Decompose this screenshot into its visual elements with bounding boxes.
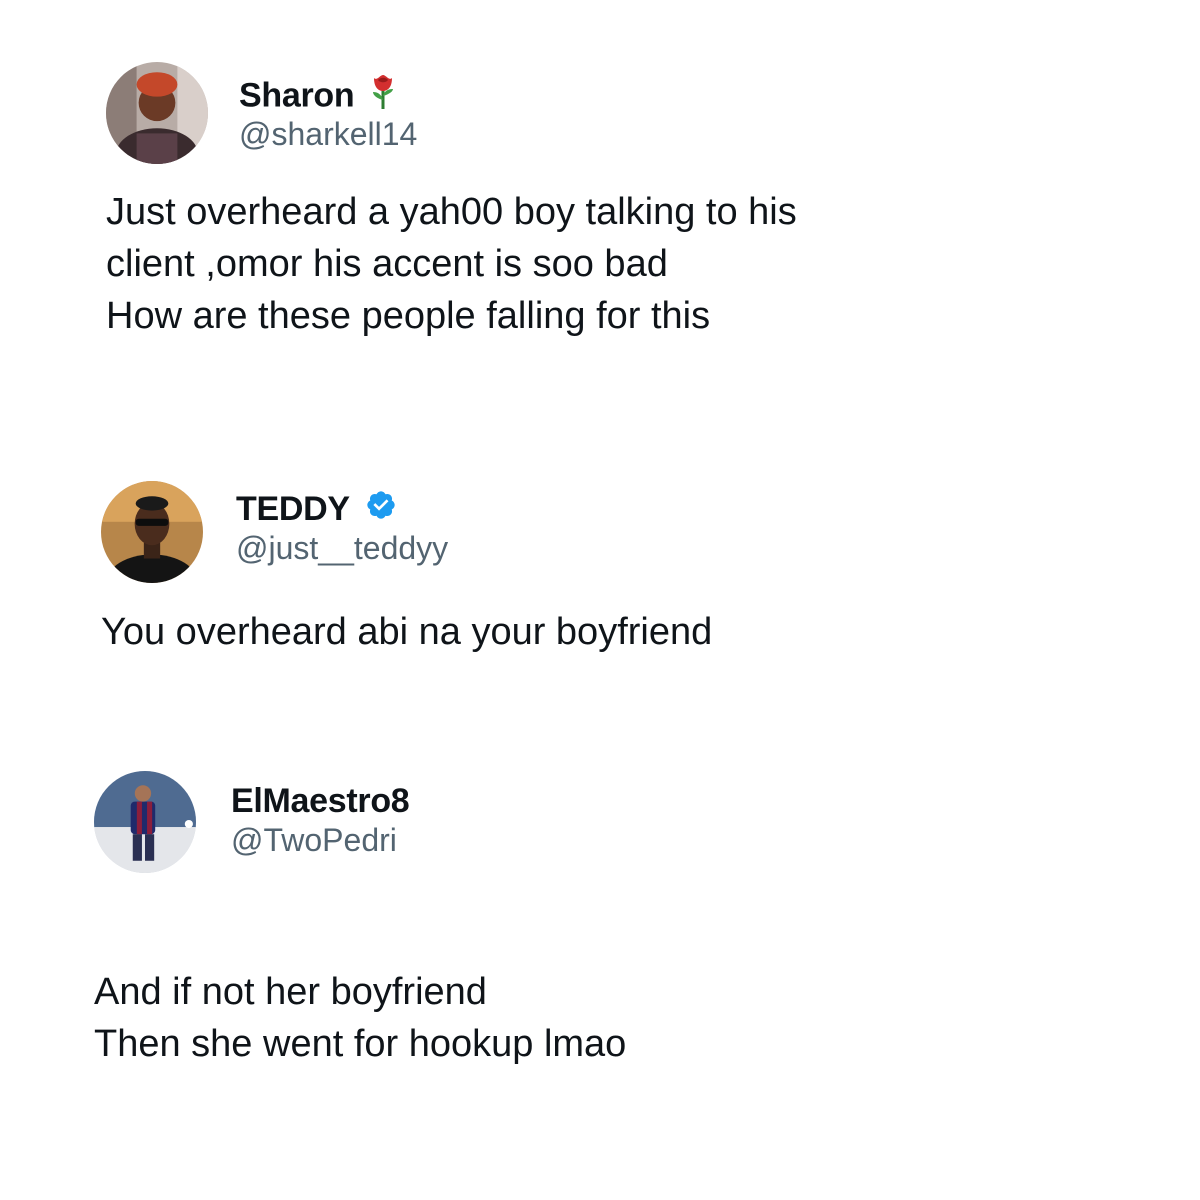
tweet-body: Just overheard a yah00 boy talking to hi… [106,186,797,342]
handle[interactable]: @sharkell14 [239,114,417,154]
avatar-elmaestro8[interactable] [94,771,196,873]
tweet-body-line: How are these people falling for this [106,295,711,337]
handle[interactable]: @TwoPedri [231,820,397,860]
handle[interactable]: @just__teddyy [236,528,448,568]
tweet-body: And if not her boyfriend Then she went f… [94,966,626,1070]
rose-emoji-icon [369,72,397,119]
tweet-body: You overheard abi na your boyfriend [101,606,712,658]
display-name-text: Sharon [239,76,355,115]
verified-badge-icon [365,489,397,530]
display-name-text: ElMaestro8 [231,782,410,821]
avatar-image [101,481,203,583]
avatar-sharon[interactable] [106,62,208,164]
avatar-image [106,62,208,164]
avatar-image [94,771,196,873]
tweet-body-line: You overheard abi na your boyfriend [101,611,713,653]
tweet-body-line: Then she went for hookup lmao [94,1023,627,1065]
tweet-body-line: And if not her boyfriend [94,971,487,1013]
display-name-text: TEDDY [236,490,350,529]
display-name[interactable]: TEDDY [236,487,397,530]
tweet-body-line: Just overheard a yah00 boy talking to hi… [106,191,797,233]
avatar-teddy[interactable] [101,481,203,583]
display-name[interactable]: Sharon [239,72,397,119]
tweet-body-line: client ,omor his accent is soo bad [106,243,668,285]
display-name[interactable]: ElMaestro8 [231,779,410,821]
